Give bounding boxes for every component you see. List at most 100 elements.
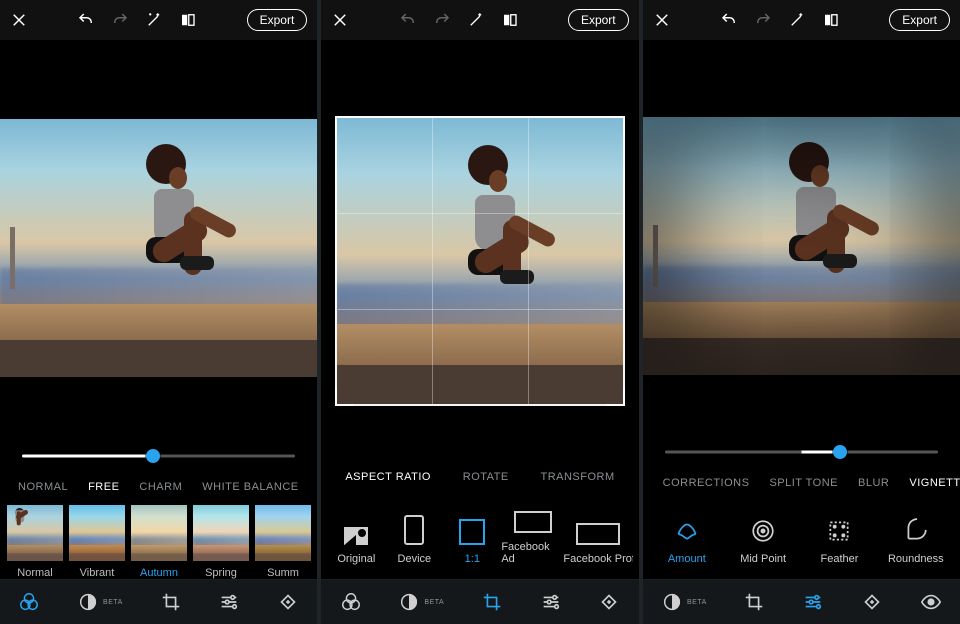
tool-heal-icon[interactable] xyxy=(861,591,883,613)
top-bar: Export xyxy=(643,0,960,40)
tool-adjust-icon[interactable] xyxy=(218,591,240,613)
aspect-device[interactable]: Device xyxy=(385,515,443,565)
tool-crop-icon[interactable] xyxy=(160,591,182,613)
undo-icon[interactable] xyxy=(399,11,417,29)
tool-looks-icon[interactable] xyxy=(340,591,362,613)
crop-handle-br[interactable] xyxy=(607,388,625,406)
tab-corrections[interactable]: CORRECTIONS xyxy=(657,473,756,493)
vignette-slider[interactable] xyxy=(643,427,960,467)
export-button[interactable]: Export xyxy=(568,9,629,31)
tab-aspect-ratio[interactable]: ASPECT RATIO xyxy=(339,467,437,487)
tool-filters-icon[interactable]: BETA xyxy=(77,591,123,613)
close-icon[interactable] xyxy=(331,11,349,29)
control-roundness[interactable]: Roundness xyxy=(887,517,945,565)
tab-normal[interactable]: NORMAL xyxy=(12,477,74,497)
tool-adjust-icon[interactable] xyxy=(540,591,562,613)
tab-transform[interactable]: TRANSFORM xyxy=(534,467,620,487)
beta-badge: BETA xyxy=(103,599,123,606)
panel-crop: Export ASPECT RATIO ROTATE TRANSFORM Ori… xyxy=(321,0,638,624)
crop-handle-tr[interactable] xyxy=(607,116,625,134)
control-amount[interactable]: Amount xyxy=(658,517,716,565)
aspect-1-1[interactable]: 1:1 xyxy=(443,519,501,565)
tool-crop-icon[interactable] xyxy=(481,591,503,613)
redo-icon[interactable] xyxy=(433,11,451,29)
redo-icon[interactable] xyxy=(111,11,129,29)
preset-label: Vibrant xyxy=(80,567,115,579)
control-midpoint[interactable]: Mid Point xyxy=(734,517,792,565)
control-label: Roundness xyxy=(888,553,944,565)
magic-wand-icon[interactable] xyxy=(145,11,163,29)
control-feather[interactable]: Feather xyxy=(810,517,868,565)
tool-heal-icon[interactable] xyxy=(598,591,620,613)
compare-icon[interactable] xyxy=(501,11,519,29)
tab-more[interactable]: BL xyxy=(313,477,318,497)
aspect-facebook-profile[interactable]: Facebook Profile xyxy=(564,523,633,565)
vignette-controls: Amount Mid Point Feather Roundness xyxy=(643,499,960,579)
undo-icon[interactable] xyxy=(77,11,95,29)
aspect-facebook-ad[interactable]: Facebook Ad xyxy=(501,511,564,565)
adjust-tabs: CORRECTIONS SPLIT TONE BLUR VIGNETTE xyxy=(643,467,960,499)
app-triptych: Export NORMAL FREE CHARM WHITE BALANCE B… xyxy=(0,0,960,624)
compare-icon[interactable] xyxy=(179,11,197,29)
midpoint-icon xyxy=(749,517,777,545)
undo-icon[interactable] xyxy=(720,11,738,29)
roundness-icon xyxy=(902,517,930,545)
close-icon[interactable] xyxy=(10,11,28,29)
export-button[interactable]: Export xyxy=(889,9,950,31)
tab-blur[interactable]: BLUR xyxy=(852,473,895,493)
tool-adjust-icon[interactable] xyxy=(802,591,824,613)
magic-wand-icon[interactable] xyxy=(788,11,806,29)
crop-handle-bl[interactable] xyxy=(335,388,353,406)
preset-summer[interactable]: Summ xyxy=(252,505,314,579)
image-canvas[interactable] xyxy=(643,40,960,427)
tool-eye-icon[interactable] xyxy=(920,591,942,613)
panel-vignette: Export CORRECTIONS SPLIT TONE BLUR VIGNE… xyxy=(643,0,960,624)
beta-badge: BETA xyxy=(424,599,444,606)
image-canvas[interactable] xyxy=(0,40,317,431)
preset-label: Autumn xyxy=(140,567,178,579)
crop-photo[interactable] xyxy=(335,116,625,406)
tab-white-balance[interactable]: WHITE BALANCE xyxy=(196,477,304,497)
tool-heal-icon[interactable] xyxy=(277,591,299,613)
tab-vignette[interactable]: VIGNETTE xyxy=(903,473,960,493)
tool-crop-icon[interactable] xyxy=(743,591,765,613)
image-canvas[interactable] xyxy=(321,40,638,457)
preset-label: Normal xyxy=(17,567,52,579)
crop-handle-tl[interactable] xyxy=(335,116,353,134)
preset-spring[interactable]: Spring xyxy=(190,505,252,579)
preset-label: Spring xyxy=(205,567,237,579)
feather-icon xyxy=(825,517,853,545)
tab-charm[interactable]: CHARM xyxy=(133,477,188,497)
edited-photo xyxy=(643,117,960,375)
preset-autumn[interactable]: Autumn xyxy=(128,505,190,579)
bottom-toolbar: BETA xyxy=(321,579,638,624)
compare-icon[interactable] xyxy=(822,11,840,29)
aspect-label: Device xyxy=(398,553,432,565)
aspect-ratio-row: Original Device 1:1 Facebook Ad Facebook… xyxy=(321,493,638,579)
close-icon[interactable] xyxy=(653,11,671,29)
intensity-slider[interactable] xyxy=(0,431,317,471)
tab-split-tone[interactable]: SPLIT TONE xyxy=(763,473,844,493)
aspect-original[interactable]: Original xyxy=(327,527,385,565)
beta-badge: BETA xyxy=(687,599,707,606)
control-label: Mid Point xyxy=(740,553,786,565)
tool-looks-icon[interactable] xyxy=(18,591,40,613)
aspect-label: Original xyxy=(337,553,375,565)
preset-strip[interactable]: Normal Vibrant Autumn Spring Summ xyxy=(0,505,317,579)
tool-filters-icon[interactable]: BETA xyxy=(661,591,707,613)
panel-looks: Export NORMAL FREE CHARM WHITE BALANCE B… xyxy=(0,0,317,624)
top-bar: Export xyxy=(0,0,317,40)
control-label: Amount xyxy=(668,553,706,565)
magic-wand-icon[interactable] xyxy=(467,11,485,29)
redo-icon[interactable] xyxy=(754,11,772,29)
aspect-label: 1:1 xyxy=(465,553,480,565)
crop-frame[interactable] xyxy=(335,116,625,406)
preset-normal[interactable]: Normal xyxy=(4,505,66,579)
aspect-label: Facebook Profile xyxy=(563,553,633,565)
bottom-toolbar: BETA xyxy=(643,579,960,624)
tab-rotate[interactable]: ROTATE xyxy=(457,467,515,487)
preset-vibrant[interactable]: Vibrant xyxy=(66,505,128,579)
tab-free[interactable]: FREE xyxy=(82,477,125,497)
export-button[interactable]: Export xyxy=(247,9,308,31)
tool-filters-icon[interactable]: BETA xyxy=(398,591,444,613)
